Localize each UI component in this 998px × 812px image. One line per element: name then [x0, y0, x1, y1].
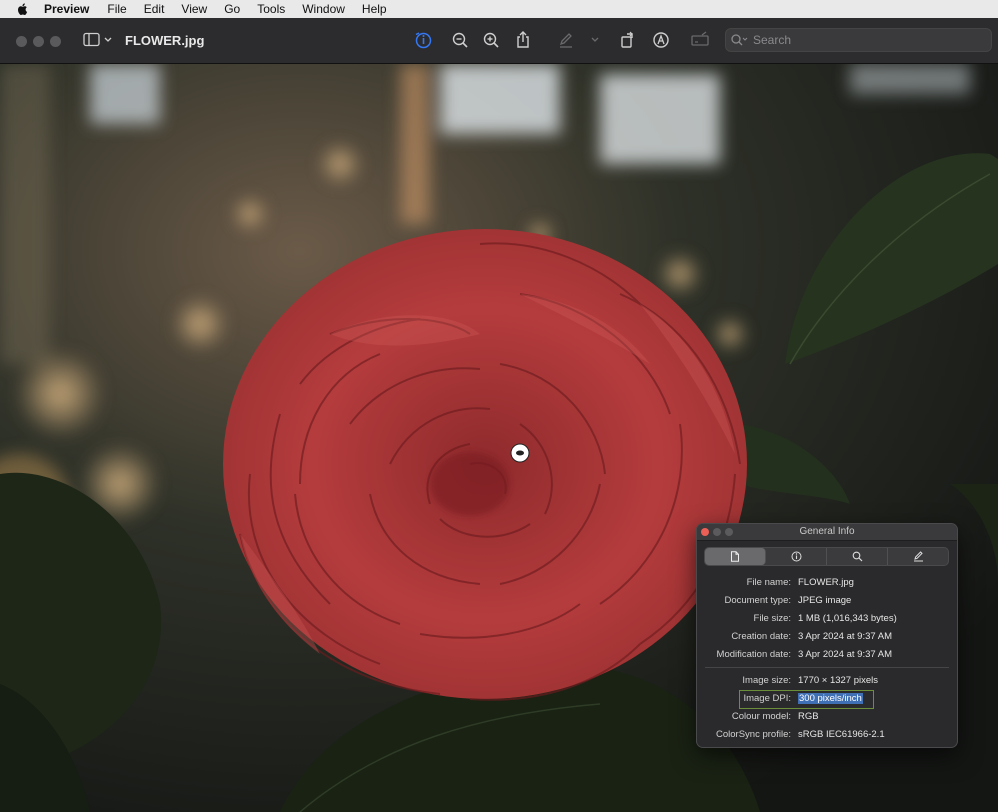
menu-tools[interactable]: Tools — [257, 0, 285, 18]
sidebar-icon — [83, 32, 112, 47]
search-placeholder: Search — [753, 33, 792, 47]
info-label: Creation date: — [731, 631, 791, 642]
info-row-document-type: Document type: JPEG image — [697, 593, 957, 609]
form-fill-button[interactable] — [689, 29, 711, 51]
info-icon — [415, 32, 432, 49]
info-value: 3 Apr 2024 at 9:37 AM — [798, 631, 893, 642]
search-field[interactable]: Search — [725, 28, 992, 52]
menu-help[interactable]: Help — [362, 0, 387, 18]
info-value: 3 Apr 2024 at 9:37 AM — [798, 649, 893, 660]
info-label: Image size: — [742, 675, 791, 686]
search-icon — [852, 551, 862, 562]
info-label: Document type: — [724, 595, 791, 606]
form-fill-icon — [691, 31, 709, 46]
info-value: 1 MB (1,016,343 bytes) — [798, 613, 897, 624]
search-icon — [731, 34, 748, 46]
pen-icon — [913, 551, 923, 562]
info-row-colorsync-profile: ColorSync profile: sRGB IEC61966-2.1 — [697, 727, 957, 743]
info-label: Modification date: — [716, 649, 791, 660]
apple-icon[interactable] — [16, 2, 30, 16]
rotate-icon — [621, 31, 633, 48]
info-label: Colour model: — [731, 711, 791, 722]
info-value: RGB — [798, 711, 819, 722]
info-value: 1770 × 1327 pixels — [798, 675, 879, 686]
cursor-indicator — [510, 443, 530, 463]
menu-app-name[interactable]: Preview — [44, 0, 89, 18]
info-panel-titlebar[interactable]: General Info — [697, 524, 957, 541]
menu-view[interactable]: View — [181, 0, 207, 18]
chevron-down-icon — [591, 37, 599, 42]
pen-icon — [559, 33, 572, 48]
info-panel-title: General Info — [799, 526, 855, 537]
markup-menu-button[interactable] — [588, 29, 602, 51]
menu-window[interactable]: Window — [302, 0, 345, 18]
tab-general[interactable] — [705, 548, 766, 565]
share-icon — [517, 31, 529, 48]
share-button[interactable] — [513, 29, 533, 51]
info-row-file-size: File size: 1 MB (1,016,343 bytes) — [697, 611, 957, 627]
info-tabs — [704, 547, 949, 566]
info-row-file-name: File name: FLOWER.jpg — [697, 575, 957, 591]
info-row-creation-date: Creation date: 3 Apr 2024 at 9:37 AM — [697, 629, 957, 645]
minimize-window-button[interactable] — [33, 36, 44, 47]
info-label: File name: — [746, 577, 791, 588]
selected-dpi-text[interactable]: 300 pixels/inch — [798, 693, 863, 704]
zoom-out-icon — [452, 32, 468, 48]
info-row-image-size: Image size: 1770 × 1327 pixels — [697, 673, 957, 689]
flower — [223, 229, 747, 701]
info-divider — [705, 667, 949, 668]
info-row-colour-model: Colour model: RGB — [697, 709, 957, 725]
menu-file[interactable]: File — [107, 0, 126, 18]
annotate-icon — [653, 32, 669, 48]
close-window-button[interactable] — [16, 36, 27, 47]
info-value: FLOWER.jpg — [798, 577, 854, 588]
info-label: File size: — [753, 613, 791, 624]
info-row-image-dpi: Image DPI: 300 pixels/inch — [697, 691, 957, 707]
zoom-in-icon — [483, 32, 499, 48]
info-value: JPEG image — [798, 595, 852, 606]
info-label: Image DPI: — [743, 693, 791, 704]
window-toolbar: FLOWER.jpg Search — [0, 18, 998, 64]
zoom-out-button[interactable] — [450, 29, 470, 51]
info-value-selected[interactable]: 300 pixels/inch — [798, 693, 863, 704]
menu-edit[interactable]: Edit — [144, 0, 165, 18]
info-button[interactable] — [412, 29, 434, 51]
annotate-button[interactable] — [651, 29, 671, 51]
tab-keywords[interactable] — [827, 548, 888, 565]
info-icon — [791, 551, 801, 562]
info-label: ColorSync profile: — [716, 729, 791, 740]
tab-annotations[interactable] — [888, 548, 948, 565]
document-title: FLOWER.jpg — [125, 33, 205, 48]
zoom-in-button[interactable] — [481, 29, 501, 51]
info-value: sRGB IEC61966-2.1 — [798, 729, 885, 740]
rotate-button[interactable] — [617, 29, 637, 51]
info-row-modification-date: Modification date: 3 Apr 2024 at 9:37 AM — [697, 647, 957, 663]
general-info-panel: General Info File name: FLOWER.jpg Docum… — [696, 523, 958, 748]
sidebar-toggle-button[interactable] — [81, 29, 115, 51]
menu-bar: Preview File Edit View Go Tools Window H… — [0, 0, 998, 18]
zoom-window-button[interactable] — [50, 36, 61, 47]
markup-button[interactable] — [556, 29, 576, 51]
menu-go[interactable]: Go — [224, 0, 240, 18]
document-icon — [731, 551, 739, 562]
tab-more-info[interactable] — [766, 548, 827, 565]
